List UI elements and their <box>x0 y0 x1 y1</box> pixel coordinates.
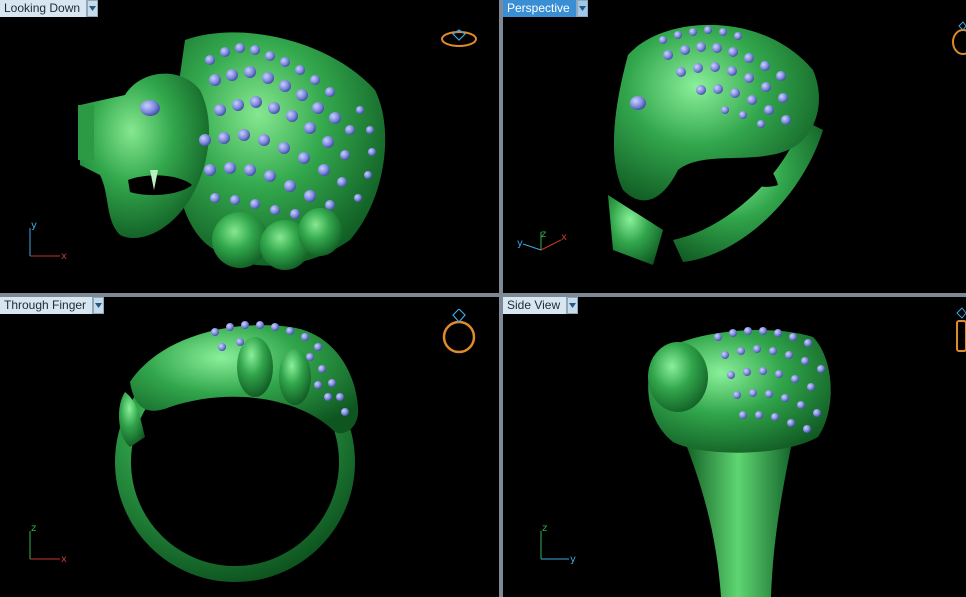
viewport-side-view[interactable]: Side View z y <box>503 297 966 597</box>
ring-icon[interactable] <box>951 20 966 56</box>
axis-y-label: y <box>31 220 37 231</box>
ring-icon[interactable] <box>440 309 478 357</box>
ring-model-top-view[interactable]: y x <box>0 0 499 293</box>
viewport-perspective[interactable]: Perspective z y x <box>503 0 966 293</box>
viewport-looking-down[interactable]: Looking Down y x <box>0 0 499 293</box>
axis-z-label: z <box>541 229 546 240</box>
viewport-tab-looking-down[interactable]: Looking Down <box>0 0 99 17</box>
viewport-tab-side-view[interactable]: Side View <box>503 297 579 314</box>
axis-y-label: y <box>570 554 576 565</box>
ring-model-perspective[interactable]: z y x <box>503 0 966 293</box>
ring-model-front-view[interactable]: z x <box>0 297 499 597</box>
cad-app-window: Looking Down y x Perspective z y x Throu… <box>0 0 966 597</box>
viewport-through-finger[interactable]: Through Finger z x <box>0 297 499 597</box>
axis-z-label: z <box>542 523 547 534</box>
ring-icon[interactable] <box>440 28 478 50</box>
chevron-down-icon[interactable] <box>87 0 99 17</box>
viewport-tab-perspective[interactable]: Perspective <box>503 0 588 17</box>
chevron-down-icon[interactable] <box>93 297 105 314</box>
viewport-title[interactable]: Through Finger <box>0 297 94 314</box>
chevron-down-icon[interactable] <box>567 297 579 314</box>
ring-icon[interactable] <box>953 307 966 355</box>
viewport-title[interactable]: Perspective <box>503 0 577 17</box>
ring-model-side-view[interactable]: z y <box>503 297 966 597</box>
axis-x-label: x <box>61 554 67 565</box>
axis-z-label: z <box>31 523 36 534</box>
viewport-tab-through-finger[interactable]: Through Finger <box>0 297 105 314</box>
axis-x-label: x <box>61 251 67 262</box>
viewport-title[interactable]: Side View <box>503 297 568 314</box>
chevron-down-icon[interactable] <box>576 0 588 17</box>
axis-y-label: y <box>517 238 523 249</box>
axis-x-label: x <box>561 232 567 243</box>
viewport-title[interactable]: Looking Down <box>0 0 88 17</box>
